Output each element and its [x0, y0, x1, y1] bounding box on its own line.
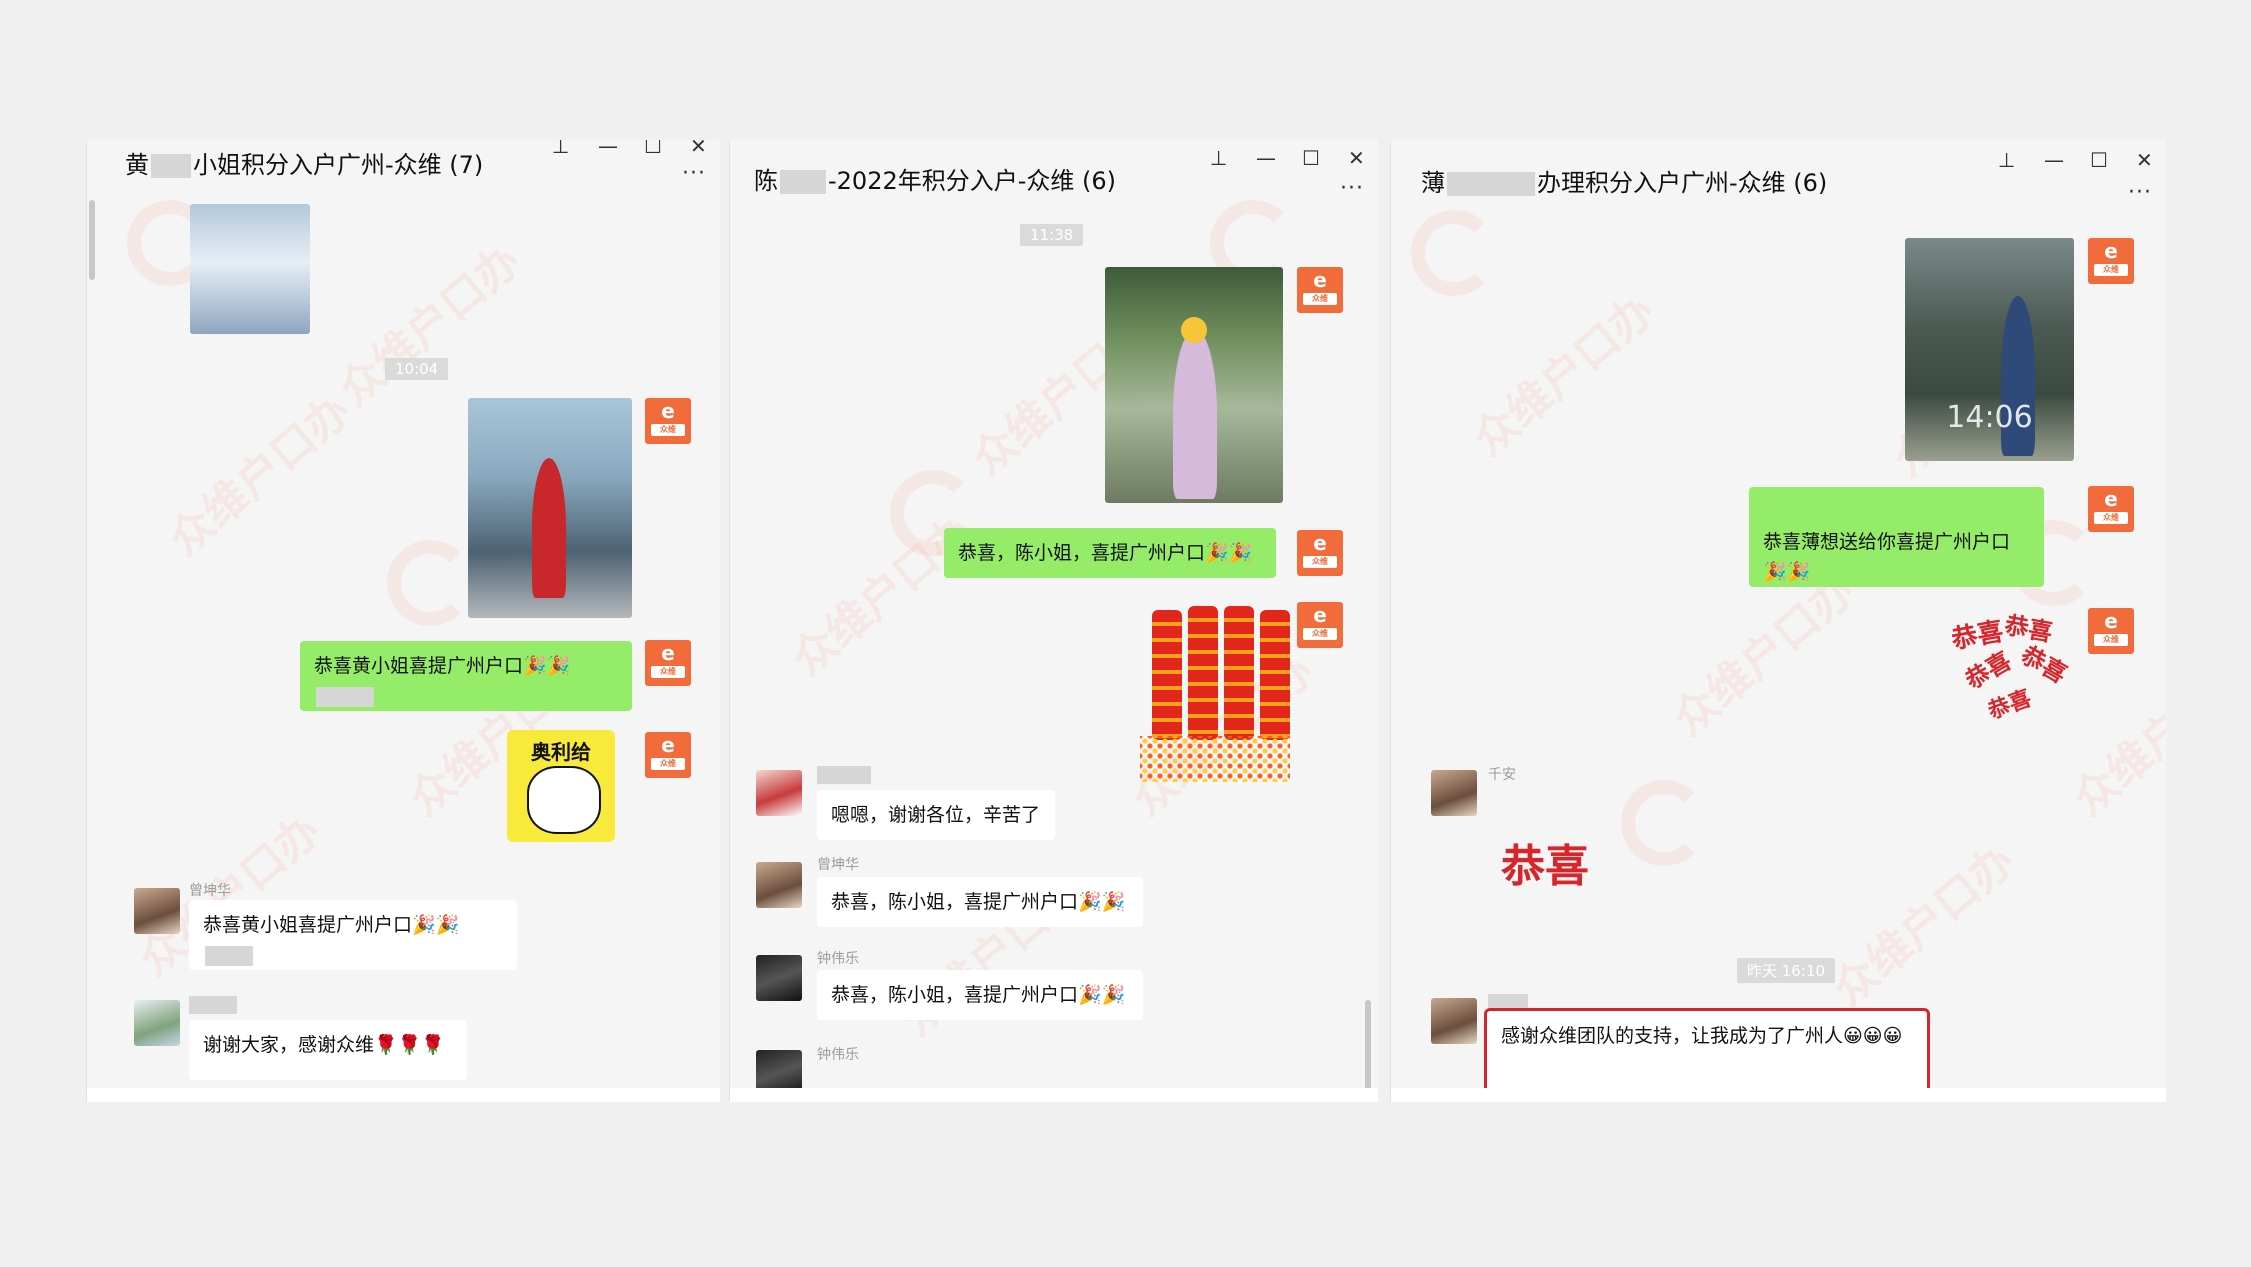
avatar[interactable] — [756, 770, 802, 816]
minimize-button[interactable]: — — [598, 140, 618, 156]
zhongwei-avatar[interactable]: e 众维 — [645, 398, 691, 444]
redacted-sender — [189, 996, 237, 1014]
sparks — [1140, 736, 1290, 782]
avatar[interactable] — [134, 888, 180, 934]
watermark: 众维户口办 — [782, 505, 984, 686]
close-icon[interactable]: ✕ — [1348, 148, 1365, 168]
avatar[interactable] — [756, 955, 802, 1001]
maximize-button[interactable]: ☐ — [2090, 150, 2108, 170]
chat-title: 陈 -2022年积分入户-众维 (6) — [754, 167, 1117, 195]
scrollbar[interactable] — [89, 200, 95, 280]
chat-window-2: 众维户口办 众维户口办 众维户口办 众维户口办 陈-2022年积分入户-众维 (… — [729, 140, 1378, 1102]
maximize-button[interactable]: ☐ — [1302, 148, 1320, 168]
chat-title: 薄办理积分入户广州-众维 (6) — [1421, 169, 1828, 197]
pin-icon[interactable]: ⊥ — [1210, 148, 1227, 168]
photo-timestamp: 14:06 — [1946, 400, 2033, 435]
timestamp: 11:38 — [1020, 224, 1084, 246]
timestamp: 昨天 16:10 — [1737, 958, 1835, 983]
message-bubble[interactable]: 恭喜，陈小姐，喜提广州户口🎉🎉 — [817, 970, 1143, 1020]
person-figure — [532, 458, 566, 598]
chat-header: 陈 -2022年积分入户-众维 (6) ⊥ — ☐ ✕ ··· — [730, 140, 1378, 215]
sticker[interactable]: 恭喜 — [1501, 830, 1589, 894]
pin-icon[interactable]: ⊥ — [1998, 150, 2015, 170]
zhongwei-avatar[interactable]: e 众维 — [1297, 602, 1343, 648]
sender-name: 千安 — [1488, 767, 1516, 783]
close-icon[interactable]: ✕ — [2136, 150, 2153, 170]
redacted-mask — [1447, 172, 1535, 196]
watermark-logo-icon — [1621, 780, 1707, 866]
zhongwei-avatar[interactable]: e 众维 — [1297, 530, 1343, 576]
face-sticker — [1181, 317, 1207, 343]
close-icon[interactable]: ✕ — [690, 140, 707, 156]
timestamp: 10:04 — [385, 358, 449, 380]
chat-image[interactable] — [468, 398, 632, 618]
window-bottom-edge — [730, 1088, 1378, 1102]
chat-window-1: 众维户口办 众维户口办 众维户口办 众维户口办 黄小姐积分入户广州-众维 (7)… — [86, 140, 720, 1102]
avatar[interactable] — [134, 1000, 180, 1046]
chat-header: 黄小姐积分入户广州-众维 (7) ⊥ — ☐ ✕ ··· — [87, 140, 720, 215]
pin-icon[interactable]: ⊥ — [552, 140, 569, 156]
redacted-mask — [151, 154, 191, 178]
zhongwei-avatar[interactable]: e 众维 — [2088, 238, 2134, 284]
zhongwei-avatar[interactable]: e 众维 — [1297, 267, 1343, 313]
minimize-button[interactable]: — — [2044, 150, 2064, 170]
firecracker-sticker[interactable] — [1224, 606, 1254, 740]
firecracker-sticker[interactable] — [1260, 610, 1290, 740]
more-options-button[interactable]: ··· — [1340, 176, 1364, 201]
more-options-button[interactable]: ··· — [2128, 180, 2152, 205]
sender-name: 钟伟乐 — [817, 1047, 859, 1063]
heart-sticker[interactable]: 恭喜 恭喜 恭喜 恭喜 恭喜 — [1949, 611, 2081, 725]
message-bubble[interactable]: 恭喜，陈小姐，喜提广州户口🎉🎉 — [944, 528, 1276, 578]
person-figure — [1173, 329, 1217, 499]
chat-image[interactable] — [1105, 267, 1283, 503]
zhongwei-avatar[interactable]: e 众维 — [645, 732, 691, 778]
window-bottom-edge — [87, 1088, 720, 1102]
sender-name: 钟伟乐 — [817, 951, 859, 967]
avatar[interactable] — [756, 862, 802, 908]
chat-title: 黄小姐积分入户广州-众维 (7) — [125, 151, 484, 179]
chat-image[interactable]: 14:06 — [1905, 238, 2074, 461]
watermark: 众维户口办 — [159, 385, 361, 566]
chat-header: 薄办理积分入户广州-众维 (6) ⊥ — ☐ ✕ ··· — [1391, 140, 2166, 215]
sender-name: 曾坤华 — [817, 857, 859, 873]
firecracker-sticker[interactable] — [1152, 610, 1182, 740]
sticker[interactable]: 奥利给 — [507, 730, 615, 842]
redacted-sender — [817, 766, 871, 784]
maximize-button[interactable]: ☐ — [644, 140, 662, 156]
watermark: 众维户口办 — [1823, 835, 2025, 1016]
minimize-button[interactable]: — — [1256, 148, 1276, 168]
more-options-button[interactable]: ··· — [682, 161, 706, 186]
avatar[interactable] — [1431, 998, 1477, 1044]
watermark: 众维户口办 — [329, 235, 531, 416]
zhongwei-avatar[interactable]: e 众维 — [2088, 486, 2134, 532]
window-controls: ⊥ — ☐ ✕ — [1210, 148, 1365, 168]
message-bubble[interactable]: 恭喜薄想送给你喜提广州户口🎉🎉 — [1749, 487, 2044, 587]
message-bubble[interactable]: 嗯嗯，谢谢各位，辛苦了 — [817, 790, 1055, 840]
message-bubble[interactable]: 谢谢大家，感谢众维🌹🌹🌹 — [189, 1020, 467, 1080]
watermark-logo-icon — [1411, 210, 1497, 296]
chat-window-3: 众维户口办 众维户口办 众维户口办 众维户口办 众维户口办 薄办理积分入户广州-… — [1390, 140, 2166, 1102]
window-controls: ⊥ — ☐ ✕ — [552, 140, 707, 156]
zhongwei-avatar[interactable]: e 众维 — [2088, 608, 2134, 654]
chat-image[interactable] — [190, 204, 310, 334]
firecracker-sticker[interactable] — [1188, 606, 1218, 740]
highlighted-message-bubble[interactable]: 感谢众维团队的支持，让我成为了广州人😀😀😀 — [1484, 1008, 1930, 1100]
message-bubble[interactable]: 恭喜，陈小姐，喜提广州户口🎉🎉 — [817, 877, 1143, 927]
sender-name: 曾坤华 — [189, 883, 231, 899]
zhongwei-avatar[interactable]: e 众维 — [645, 640, 691, 686]
avatar[interactable] — [1431, 770, 1477, 816]
window-bottom-edge — [1391, 1088, 2166, 1102]
watermark: 众维户口办 — [1115, 637, 1325, 827]
message-bubble[interactable]: 恭喜黄小姐喜提广州户口🎉🎉 — [300, 641, 632, 711]
watermark-logo-icon — [387, 540, 473, 626]
redacted-mask — [780, 170, 826, 194]
message-bubble[interactable]: 恭喜黄小姐喜提广州户口🎉🎉 — [189, 900, 517, 970]
scrollbar[interactable] — [1365, 1000, 1371, 1090]
watermark: 众维户口办 — [1463, 285, 1665, 466]
window-controls: ⊥ — ☐ ✕ — [1998, 150, 2153, 170]
